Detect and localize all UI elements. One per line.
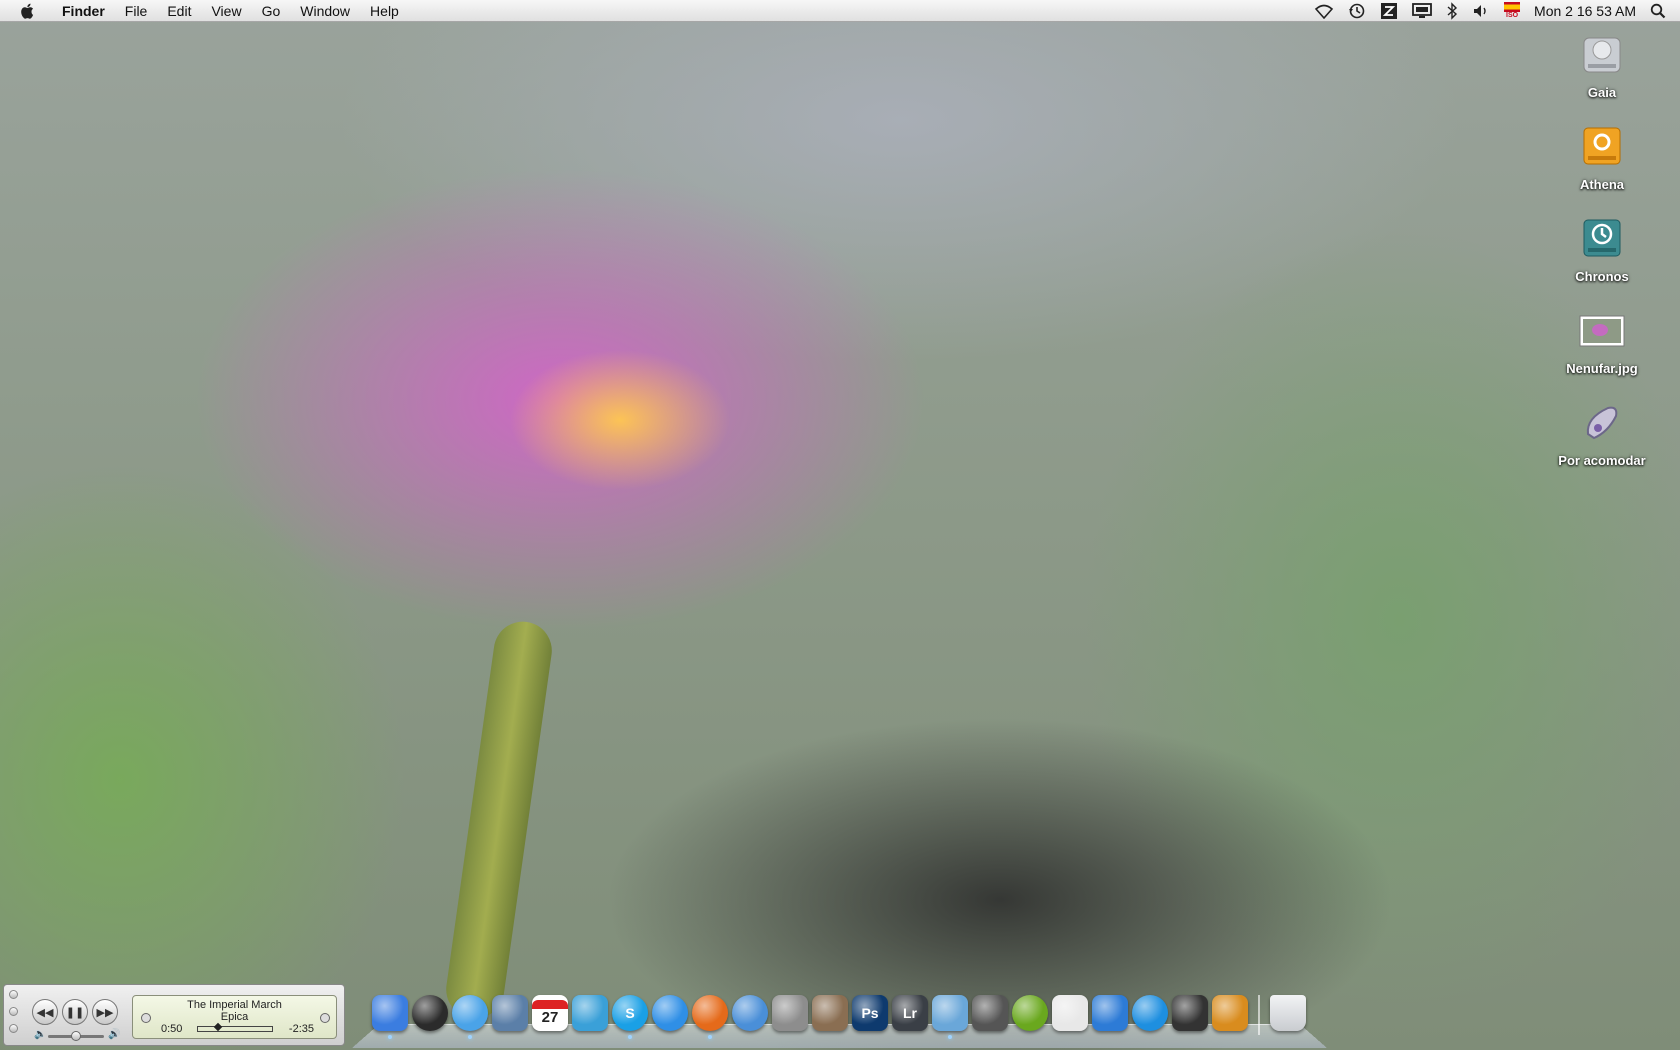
track-artist: Epica [220,1011,249,1023]
mail-icon[interactable] [492,995,528,1031]
input-flag-label: ISO [1506,11,1519,19]
volume-slider[interactable]: 🔈 🔊 [32,1029,122,1043]
skype-icon[interactable]: S [612,995,648,1039]
itunes-mini-player: ◀◀ ❚❚ ▶▶ 🔈 🔊 The Imperial March Epica 0:… [3,984,345,1046]
dock-item-glyph: Lr [903,1005,917,1021]
desktop-icon-label: Por acomodar [1558,453,1646,468]
fast-forward-icon: ▶▶ [96,1006,114,1019]
running-indicator [468,1035,472,1039]
dock-item-glyph: 27 [541,1009,559,1026]
menu-view[interactable]: View [201,0,251,22]
ical-header [532,1000,568,1009]
pause-button[interactable]: ❚❚ [62,999,88,1025]
minimize-button[interactable] [9,1007,18,1016]
track-title: The Imperial March [187,999,282,1011]
bluetooth-icon[interactable] [1446,1,1458,20]
menu-bar: Finder File Edit View Go Window Help ISO… [0,0,1680,22]
remaining-time: -2:35 [288,1023,314,1035]
menu-file[interactable]: File [115,0,158,22]
menu-window[interactable]: Window [290,0,360,22]
desktop-wallpaper [0,0,1680,1050]
next-track-button[interactable]: ▶▶ [92,999,118,1025]
snapback-button[interactable] [320,1013,330,1023]
firefox-icon[interactable] [692,995,728,1039]
volume-low-icon: 🔈 [34,1029,47,1040]
dashboard-icon[interactable] [412,995,448,1031]
pause-icon: ❚❚ [65,1006,85,1019]
alias-folder-icon [1586,406,1618,440]
volume-knob[interactable] [71,1031,81,1041]
desktop-icon-chronos[interactable]: Chronos [1547,214,1657,284]
firewire-drive-icon [1583,127,1621,165]
wifi-icon[interactable] [1314,3,1334,19]
menu-edit[interactable]: Edit [157,0,201,22]
spotlight-icon[interactable] [1650,3,1666,19]
lightroom-icon[interactable]: Lr [892,995,928,1031]
image-file-icon [1579,315,1625,347]
rewind-icon: ◀◀ [36,1006,54,1019]
now-playing-display: The Imperial March Epica 0:50 -2:35 [132,995,337,1039]
time-machine-drive-icon [1583,219,1621,257]
running-indicator [708,1035,712,1039]
progress-thumb[interactable] [213,1022,223,1032]
dock-item-glyph: Ps [861,1005,879,1021]
elapsed-time: 0:50 [161,1023,183,1035]
menu-app-finder[interactable]: Finder [52,0,115,22]
previous-track-button[interactable]: ◀◀ [32,999,58,1025]
finder-icon[interactable] [372,995,408,1039]
hard-drive-icon [1583,37,1621,73]
close-button[interactable] [9,990,18,999]
volume-high-icon: 🔊 [108,1029,121,1040]
desktop-icon-por-acomodar[interactable]: Por acomodar [1547,398,1657,468]
desktop-icon-label: Nenufar.jpg [1566,361,1638,376]
apple-menu-icon[interactable] [18,1,38,21]
desktop-icon-gaia[interactable]: Gaia [1547,30,1657,100]
itunes-icon[interactable] [452,995,488,1039]
ichat-icon[interactable] [652,995,688,1031]
desktop-icon-athena[interactable]: Athena [1547,122,1657,192]
menu-go[interactable]: Go [252,0,291,22]
messenger-icon[interactable] [572,995,608,1031]
desktop-icon-label: Athena [1579,177,1625,192]
display-icon[interactable] [1412,2,1432,19]
time-machine-icon[interactable] [1348,2,1366,20]
cocktail-icon[interactable] [1212,995,1248,1031]
imovie-icon[interactable] [972,995,1008,1031]
word-icon[interactable] [1092,995,1128,1031]
desktop-icon-label: Gaia [1587,85,1617,100]
finalcut-icon[interactable] [1172,995,1208,1031]
running-indicator [388,1035,392,1039]
trash-icon[interactable] [1270,995,1306,1031]
desktop-icon-label: Chronos [1575,269,1629,284]
safari-icon[interactable] [732,995,768,1031]
textedit-icon[interactable] [1052,995,1088,1031]
menu-help[interactable]: Help [360,0,409,22]
desktop-icon-nenufar[interactable]: Nenufar.jpg [1547,306,1657,376]
photoshop-icon[interactable]: Ps [852,995,888,1031]
menu-clock[interactable]: Mon 2 16 53 AM [1534,3,1636,19]
input-flag-icon[interactable]: ISO [1504,1,1521,20]
preview-icon[interactable] [932,995,968,1039]
image-capture-icon[interactable] [772,995,808,1031]
dock-item-glyph: S [625,1005,635,1021]
app-menu-icon[interactable] [1380,2,1398,20]
ical-icon[interactable]: 27 [532,995,568,1031]
camino-icon[interactable] [1012,995,1048,1031]
quicktime-icon[interactable] [1132,995,1168,1031]
volume-icon[interactable] [1472,3,1490,19]
dock: 27 S Ps Lr [352,993,1327,1048]
zoom-button[interactable] [9,1024,18,1033]
track-progress-bar[interactable] [197,1022,273,1032]
running-indicator [948,1035,952,1039]
dock-items: 27 S Ps Lr [372,995,1306,1039]
running-indicator [628,1035,632,1039]
iphoto-icon[interactable] [812,995,848,1031]
dock-separator [1258,995,1260,1035]
